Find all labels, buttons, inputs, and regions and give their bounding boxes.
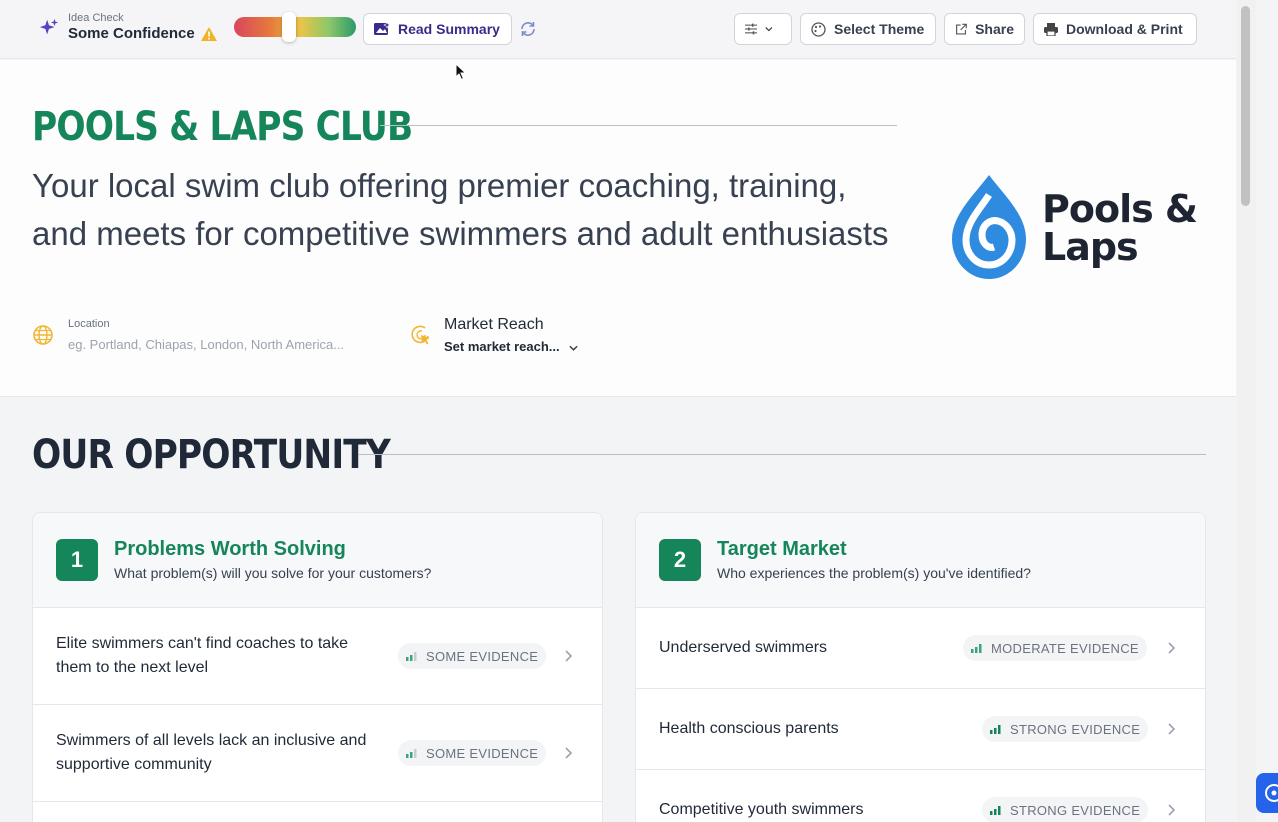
evidence-badge: SOME EVIDENCE: [398, 643, 547, 669]
signal-bars-icon: [406, 652, 417, 661]
list-item[interactable]: Health conscious parents STRONG EVIDENCE: [636, 689, 1205, 770]
evidence-label: SOME EVIDENCE: [426, 648, 539, 664]
market-text: Underserved swimmers: [659, 639, 828, 656]
business-description[interactable]: Your local swim club offering premier co…: [32, 162, 892, 258]
evidence-badge: STRONG EVIDENCE: [982, 716, 1149, 742]
problems-card: 1 Problems Worth Solving What problem(s)…: [32, 512, 603, 822]
hero-section: POOLS & LAPS CLUB Your local swim club o…: [0, 60, 1236, 397]
sliders-icon: [745, 23, 758, 35]
list-item[interactable]: Underserved swimmers MODERATE EVIDENCE: [636, 608, 1205, 689]
scrollbar-thumb[interactable]: [1241, 6, 1250, 206]
market-text: Competitive youth swimmers: [659, 801, 864, 818]
evidence-badge: MODERATE EVIDENCE: [963, 635, 1147, 661]
idea-check[interactable]: Idea Check Some Confidence: [38, 12, 217, 44]
card-title: Target Market: [717, 538, 847, 560]
chevron-right-icon: [1168, 642, 1176, 654]
card-number: 1: [56, 539, 98, 581]
card-subtitle: What problem(s) will you solve for your …: [114, 565, 432, 581]
refresh-icon[interactable]: [519, 20, 537, 38]
card-subtitle: Who experiences the problem(s) you've id…: [717, 565, 1031, 581]
market-reach-select[interactable]: Set market reach...: [444, 338, 578, 356]
section-title-opportunity: OUR OPPORTUNITY: [32, 432, 391, 478]
evidence-badge: SOME EVIDENCE: [398, 740, 547, 766]
problem-text: Swimmers of all levels lack an inclusive…: [56, 732, 367, 773]
globe-icon: [33, 325, 53, 345]
signal-bars-icon: [990, 806, 1001, 815]
evidence-label: STRONG EVIDENCE: [1010, 721, 1141, 737]
evidence-label: SOME EVIDENCE: [426, 745, 539, 761]
market-reach-field[interactable]: Market Reach Set market reach...: [410, 316, 578, 356]
summary-icon: [374, 22, 390, 35]
confidence-meter-knob: [281, 12, 296, 42]
share-icon: [956, 23, 967, 34]
chat-icon: [1265, 784, 1278, 802]
chevron-right-icon: [1168, 804, 1176, 816]
evidence-label: MODERATE EVIDENCE: [991, 640, 1139, 656]
sparkle-icon: [39, 18, 59, 35]
page-title[interactable]: POOLS & LAPS CLUB: [32, 104, 413, 150]
location-field[interactable]: Location eg. Portland, Chiapas, London, …: [32, 316, 344, 354]
card-number: 2: [659, 539, 701, 581]
share-label: Share: [975, 21, 1014, 37]
section-divider: [358, 454, 1206, 455]
card-title: Problems Worth Solving: [114, 538, 346, 560]
signal-bars-icon: [406, 749, 417, 758]
signal-bars-icon: [971, 644, 982, 653]
location-label: Location: [68, 318, 110, 330]
read-summary-label: Read Summary: [398, 21, 500, 37]
warning-icon: [200, 27, 217, 41]
list-item[interactable]: Elite swimmers can't find coaches to tak…: [33, 608, 602, 705]
chevron-right-icon: [565, 747, 573, 759]
download-print-label: Download & Print: [1066, 21, 1183, 37]
signal-bars-icon: [990, 725, 1001, 734]
target-cursor-icon: [411, 325, 430, 345]
help-chat-button[interactable]: [1256, 773, 1278, 813]
list-item[interactable]: Swimmers of all levels lack an inclusive…: [33, 705, 602, 802]
title-divider: [380, 125, 897, 126]
download-print-button[interactable]: Download & Print: [1033, 13, 1197, 45]
list-item[interactable]: Competitive youth swimmers STRONG EVIDEN…: [636, 770, 1205, 822]
printer-icon: [1044, 22, 1058, 36]
mouse-cursor-icon: [455, 63, 467, 81]
company-logo: Pools & Laps: [944, 173, 1198, 283]
location-input[interactable]: eg. Portland, Chiapas, London, North Ame…: [68, 336, 344, 354]
chevron-right-icon: [565, 650, 573, 662]
select-theme-label: Select Theme: [834, 21, 925, 37]
card-header: 1 Problems Worth Solving What problem(s)…: [33, 513, 602, 608]
idea-check-label: Idea Check: [68, 12, 124, 24]
chevron-down-icon: [569, 345, 578, 351]
read-summary-button[interactable]: Read Summary: [363, 13, 512, 45]
share-button[interactable]: Share: [944, 13, 1025, 45]
market-reach-value: Set market reach...: [444, 339, 560, 354]
select-theme-button[interactable]: Select Theme: [800, 13, 936, 45]
logo-line-2: Laps: [1042, 225, 1139, 269]
view-settings-button[interactable]: [734, 13, 792, 45]
market-text: Health conscious parents: [659, 720, 839, 737]
chevron-down-icon: [765, 27, 773, 32]
water-drop-logo-icon: [952, 175, 1026, 279]
market-reach-label: Market Reach: [444, 316, 544, 333]
palette-icon: [811, 21, 826, 37]
evidence-label: STRONG EVIDENCE: [1010, 802, 1141, 818]
problem-text: Elite swimmers can't find coaches to tak…: [56, 635, 349, 676]
chevron-right-icon: [1168, 723, 1176, 735]
evidence-badge: STRONG EVIDENCE: [982, 797, 1149, 822]
target-market-card: 2 Target Market Who experiences the prob…: [635, 512, 1206, 822]
card-header: 2 Target Market Who experiences the prob…: [636, 513, 1205, 608]
logo-line-1: Pools &: [1042, 187, 1198, 231]
top-toolbar: Idea Check Some Confidence Read Summary: [0, 0, 1236, 59]
confidence-label: Some Confidence: [68, 25, 195, 42]
